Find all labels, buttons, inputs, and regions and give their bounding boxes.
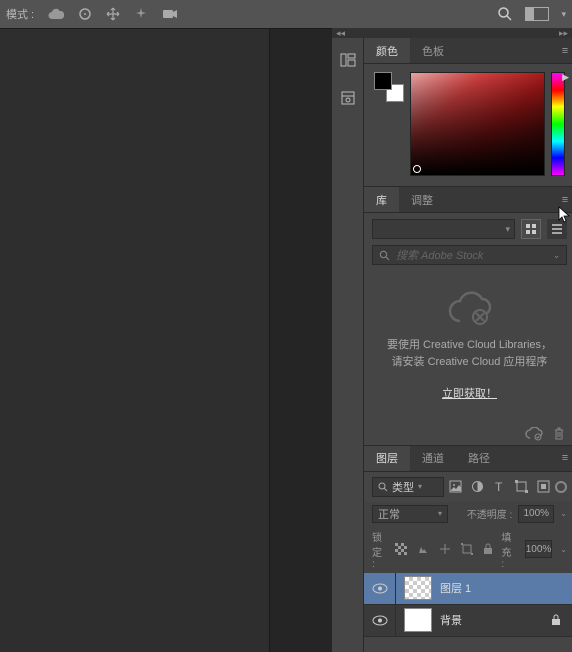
search-icon[interactable] <box>497 6 513 22</box>
panel-dock <box>332 38 364 652</box>
mode-label: 模式 : <box>6 6 34 22</box>
layer-row[interactable]: 图层 1 <box>364 573 572 605</box>
lock-transparency-icon[interactable] <box>395 543 407 555</box>
foreground-swatch[interactable] <box>374 72 392 90</box>
layer-name[interactable]: 背景 <box>440 612 551 628</box>
cloud-sync-icon[interactable] <box>525 427 543 441</box>
layer-lock-icon[interactable] <box>551 614 572 626</box>
document-canvas[interactable] <box>0 28 332 652</box>
color-panel-menu-icon[interactable]: ≡ <box>555 45 572 57</box>
layer-row[interactable]: 背景 <box>364 605 572 637</box>
lock-position-icon[interactable] <box>439 543 451 555</box>
opacity-label: 不透明度 : <box>467 506 513 521</box>
layers-panel-menu-icon[interactable]: ≡ <box>555 452 572 464</box>
filter-shape-icon[interactable] <box>515 480 528 493</box>
stock-search-placeholder: 搜索 Adobe Stock <box>396 247 483 263</box>
layer-name[interactable]: 图层 1 <box>440 580 551 596</box>
search-icon <box>379 250 390 261</box>
dropdown-arrow-icon[interactable]: ⌄ <box>560 545 567 554</box>
mode-icons <box>48 7 178 21</box>
filter-type-label: 类型 <box>392 479 414 495</box>
get-now-link[interactable]: 立即获取！ <box>442 386 497 403</box>
layers-list: 图层 1 背景 <box>364 573 572 637</box>
lock-artboard-icon[interactable] <box>461 543 473 555</box>
layer-thumbnail[interactable] <box>404 576 432 600</box>
panel-collapse-bar[interactable]: ◂◂▸▸ <box>332 28 572 38</box>
search-icon <box>378 482 388 492</box>
tab-layers[interactable]: 图层 <box>364 446 410 471</box>
history-panel-icon[interactable] <box>332 44 364 76</box>
grid-view-button[interactable] <box>521 219 541 239</box>
hue-pointer-icon: ▶ <box>562 72 569 83</box>
move-axes-icon[interactable] <box>106 7 120 21</box>
tab-color[interactable]: 颜色 <box>364 38 410 63</box>
dropdown-arrow-icon[interactable]: ⌄ <box>552 250 560 261</box>
sparkle-icon[interactable] <box>134 7 148 21</box>
color-panel-tabs: 颜色 色板 ≡ <box>364 38 572 64</box>
visibility-toggle-icon[interactable] <box>364 605 396 636</box>
screen-mode-icon[interactable] <box>525 7 549 21</box>
filter-adjustment-icon[interactable] <box>471 480 484 493</box>
library-message-line2: 请安装 Creative Cloud 应用程序 <box>374 354 565 371</box>
library-dropdown[interactable]: ▾ <box>372 219 515 239</box>
visibility-toggle-icon[interactable] <box>364 573 396 604</box>
list-view-button[interactable] <box>547 219 567 239</box>
filter-pixel-icon[interactable] <box>449 480 462 493</box>
blend-mode-dropdown[interactable]: 正常 ▾ <box>372 505 448 523</box>
properties-panel-icon[interactable] <box>332 82 364 114</box>
fg-bg-swatches[interactable] <box>374 72 404 102</box>
layers-panel-tabs: 图层 通道 路径 ≡ <box>364 446 572 472</box>
tab-channels[interactable]: 通道 <box>410 446 456 471</box>
stock-search-input[interactable]: 搜索 Adobe Stock ⌄ <box>372 245 567 265</box>
lock-label: 锁定 : <box>372 529 387 570</box>
color-field[interactable] <box>410 72 545 176</box>
blend-mode-value: 正常 <box>378 506 438 522</box>
library-empty-state: 要使用 Creative Cloud Libraries， 请安装 Creati… <box>364 271 572 423</box>
lock-image-icon[interactable] <box>417 543 429 555</box>
circle-mode-icon[interactable] <box>78 7 92 21</box>
tab-library[interactable]: 库 <box>364 187 399 212</box>
color-panel: ▶ <box>364 64 572 186</box>
tab-paths[interactable]: 路径 <box>456 446 502 471</box>
camera-icon[interactable] <box>162 8 178 20</box>
layer-thumbnail[interactable] <box>404 608 432 632</box>
lock-all-icon[interactable] <box>483 543 493 555</box>
hue-strip[interactable] <box>551 72 565 176</box>
screen-mode-dropdown-arrow[interactable]: ▾ <box>561 9 566 20</box>
dropdown-arrow-icon[interactable]: ⌄ <box>560 509 567 518</box>
tab-adjustments[interactable]: 调整 <box>399 187 445 212</box>
filter-smartobject-icon[interactable] <box>537 480 550 493</box>
library-panel-tabs: 库 调整 ≡ <box>364 187 572 213</box>
filter-toggle[interactable] <box>555 481 567 493</box>
tab-swatches[interactable]: 色板 <box>410 38 456 63</box>
opacity-input[interactable]: 100% <box>518 505 554 523</box>
cloud-offline-icon <box>374 291 565 327</box>
fill-input[interactable]: 100% <box>525 540 553 558</box>
library-panel-menu-icon[interactable]: ≡ <box>555 194 572 206</box>
cloud-mode-icon[interactable] <box>48 8 64 20</box>
options-bar: 模式 : ▾ <box>0 0 572 28</box>
delete-icon[interactable] <box>553 427 565 441</box>
fill-label: 填充 : <box>501 529 516 570</box>
layer-filter-type-dropdown[interactable]: 类型 ▾ <box>372 477 444 497</box>
svg-text:T: T <box>495 480 503 493</box>
library-message-line1: 要使用 Creative Cloud Libraries， <box>374 337 565 354</box>
filter-type-icon[interactable]: T <box>493 480 506 493</box>
